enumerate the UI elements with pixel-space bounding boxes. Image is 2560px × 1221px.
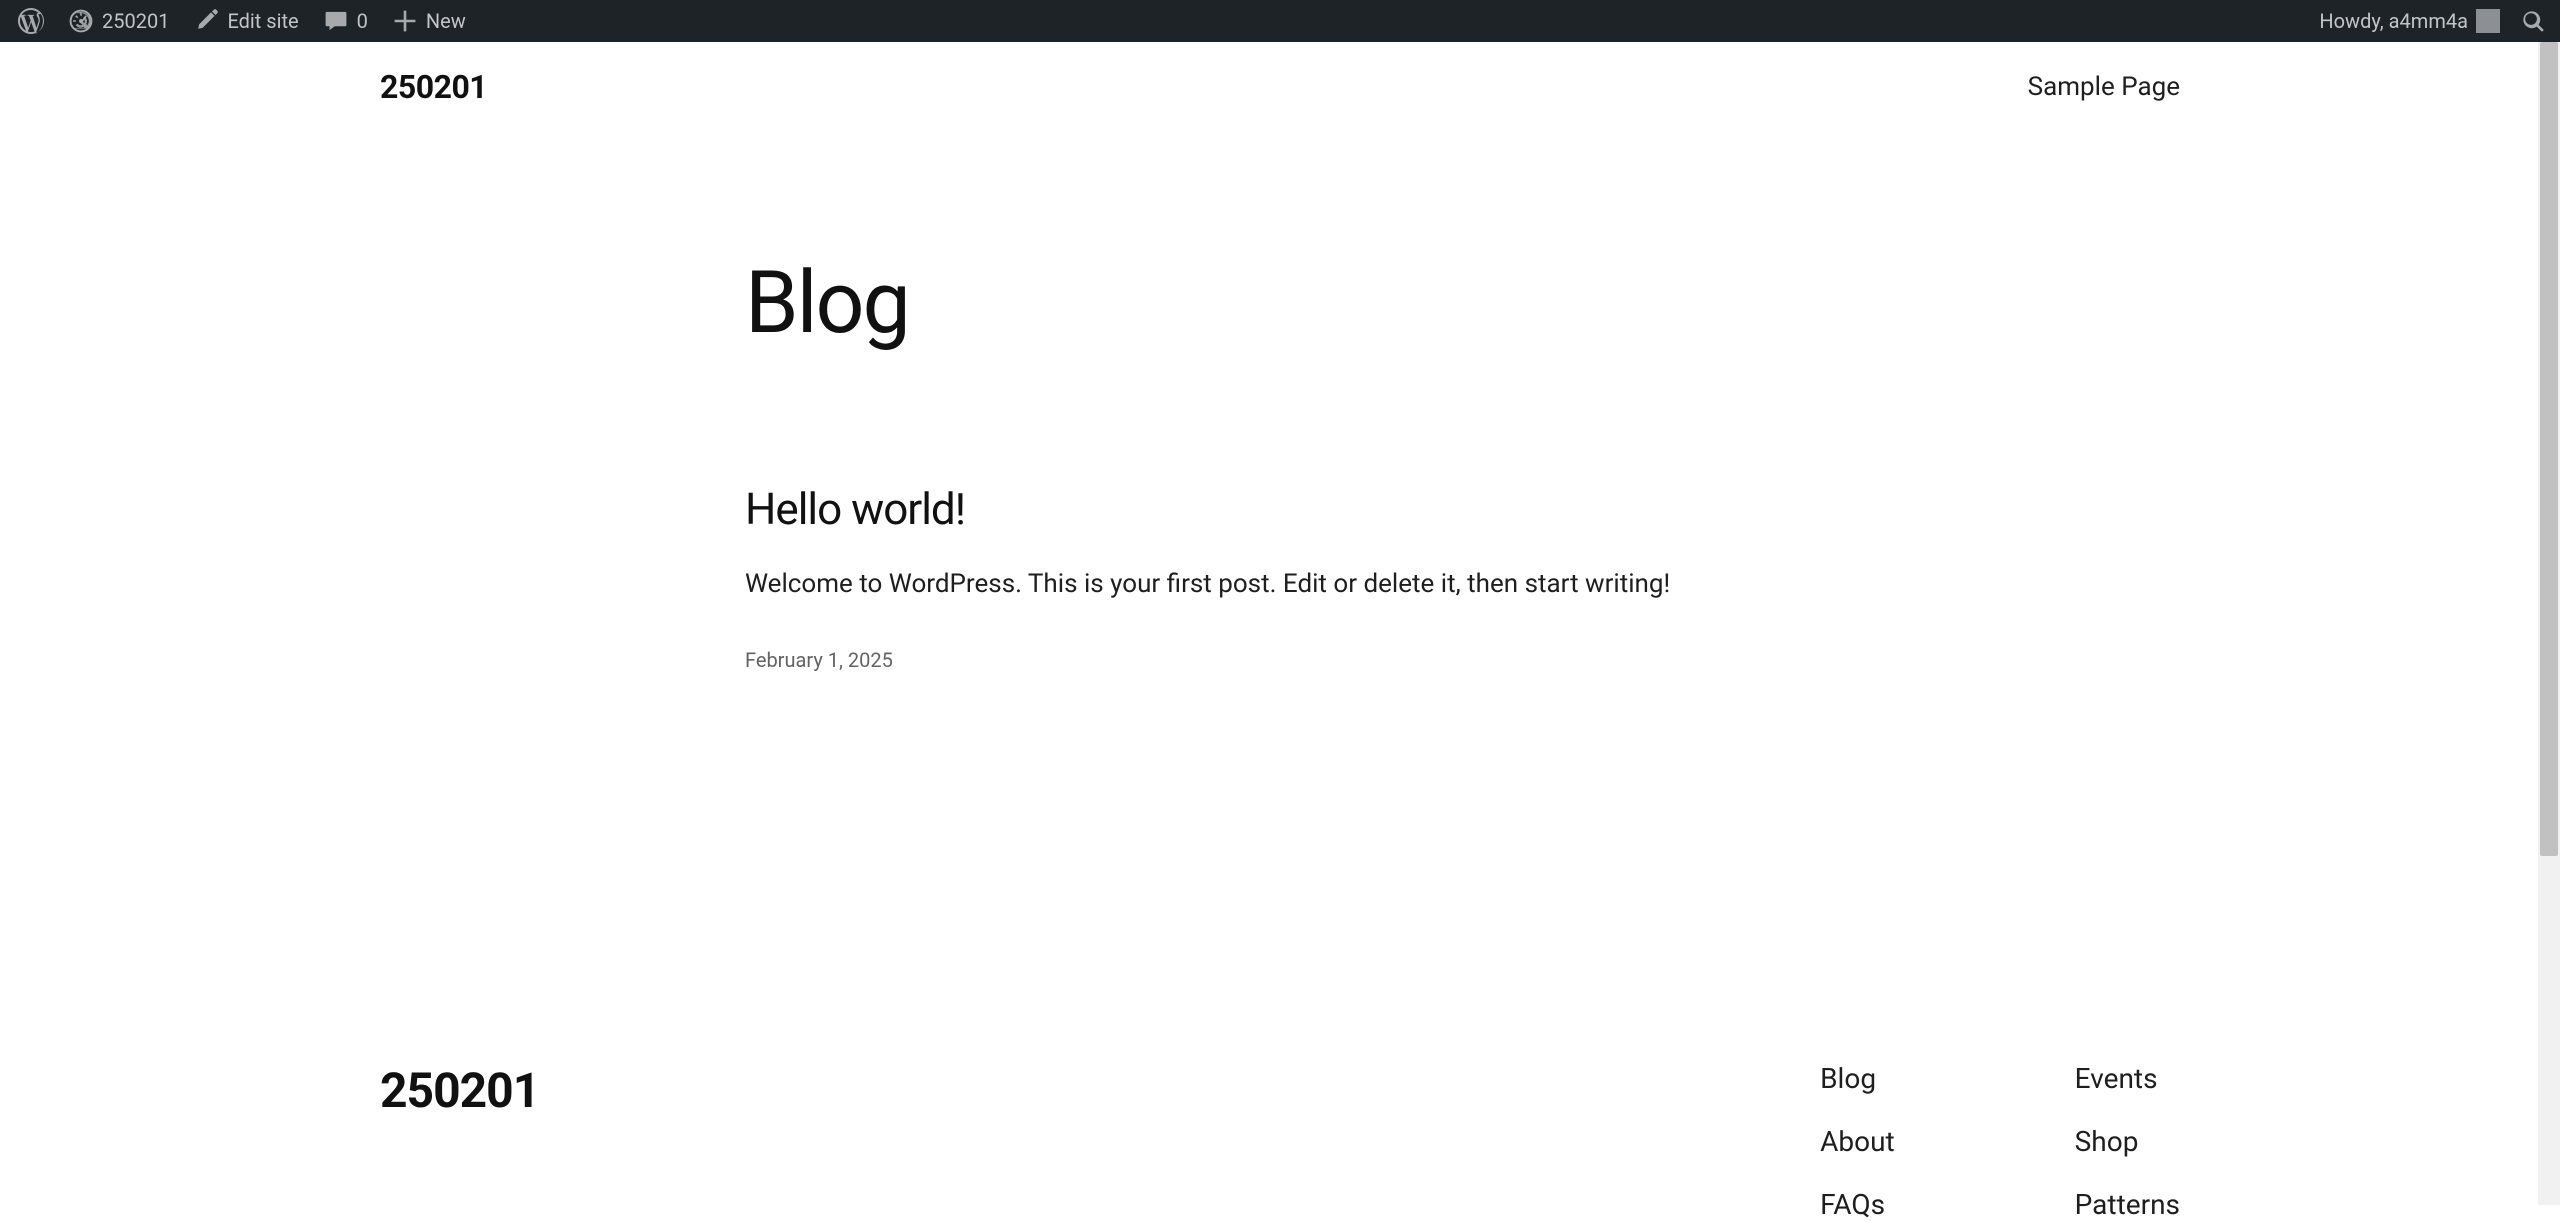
comment-icon	[323, 8, 349, 34]
footer-link-shop[interactable]: Shop	[2075, 1125, 2180, 1158]
post-excerpt: Welcome to WordPress. This is your first…	[745, 565, 1815, 604]
plus-icon	[392, 8, 418, 34]
footer-link-blog[interactable]: Blog	[1820, 1062, 1895, 1095]
search-toggle[interactable]	[2512, 0, 2554, 42]
edit-icon	[193, 8, 219, 34]
page: 250201 Sample Page Blog Hello world! Wel…	[0, 42, 2560, 1221]
site-name-label: 250201	[102, 9, 169, 33]
site-footer: 250201 Blog About FAQs Events Shop Patte…	[0, 672, 2560, 1221]
dashboard-menu[interactable]: 250201	[56, 0, 181, 42]
post-date[interactable]: February 1, 2025	[745, 648, 1815, 672]
footer-col-2: Events Shop Patterns	[2075, 1062, 2180, 1221]
edit-site-label: Edit site	[227, 9, 298, 33]
vertical-scrollbar[interactable]	[2538, 42, 2560, 1205]
dashboard-icon	[68, 8, 94, 34]
wp-admin-bar: 250201 Edit site 0 New Howdy, a4mm4a	[0, 0, 2560, 42]
account-menu[interactable]: Howdy, a4mm4a	[2307, 0, 2512, 42]
footer-site-title[interactable]: 250201	[380, 1062, 539, 1221]
wordpress-icon	[18, 8, 44, 34]
howdy-text: Howdy, a4mm4a	[2319, 9, 2468, 33]
footer-link-events[interactable]: Events	[2075, 1062, 2180, 1095]
main-content: Blog Hello world! Welcome to WordPress. …	[745, 252, 1815, 672]
site-title-link[interactable]: 250201	[380, 68, 487, 106]
scrollbar-thumb[interactable]	[2540, 42, 2558, 856]
footer-col-1: Blog About FAQs	[1820, 1062, 1895, 1221]
primary-nav: Sample Page	[2028, 72, 2180, 102]
page-heading: Blog	[745, 252, 1815, 353]
comments-count: 0	[357, 9, 368, 33]
site-header: 250201 Sample Page	[0, 42, 2560, 132]
admin-bar-right: Howdy, a4mm4a	[2307, 0, 2554, 42]
comments-menu[interactable]: 0	[311, 0, 380, 42]
avatar	[2476, 9, 2500, 33]
post-title[interactable]: Hello world!	[745, 483, 1815, 535]
new-label: New	[426, 9, 466, 33]
edit-site-menu[interactable]: Edit site	[181, 0, 310, 42]
search-icon	[2520, 8, 2546, 34]
new-content-menu[interactable]: New	[380, 0, 478, 42]
wp-logo-menu[interactable]	[6, 0, 56, 42]
admin-bar-left: 250201 Edit site 0 New	[6, 0, 478, 42]
footer-nav: Blog About FAQs Events Shop Patterns	[1820, 1062, 2180, 1221]
post: Hello world! Welcome to WordPress. This …	[745, 483, 1815, 672]
nav-sample-page[interactable]: Sample Page	[2028, 72, 2180, 102]
footer-link-about[interactable]: About	[1820, 1125, 1895, 1158]
